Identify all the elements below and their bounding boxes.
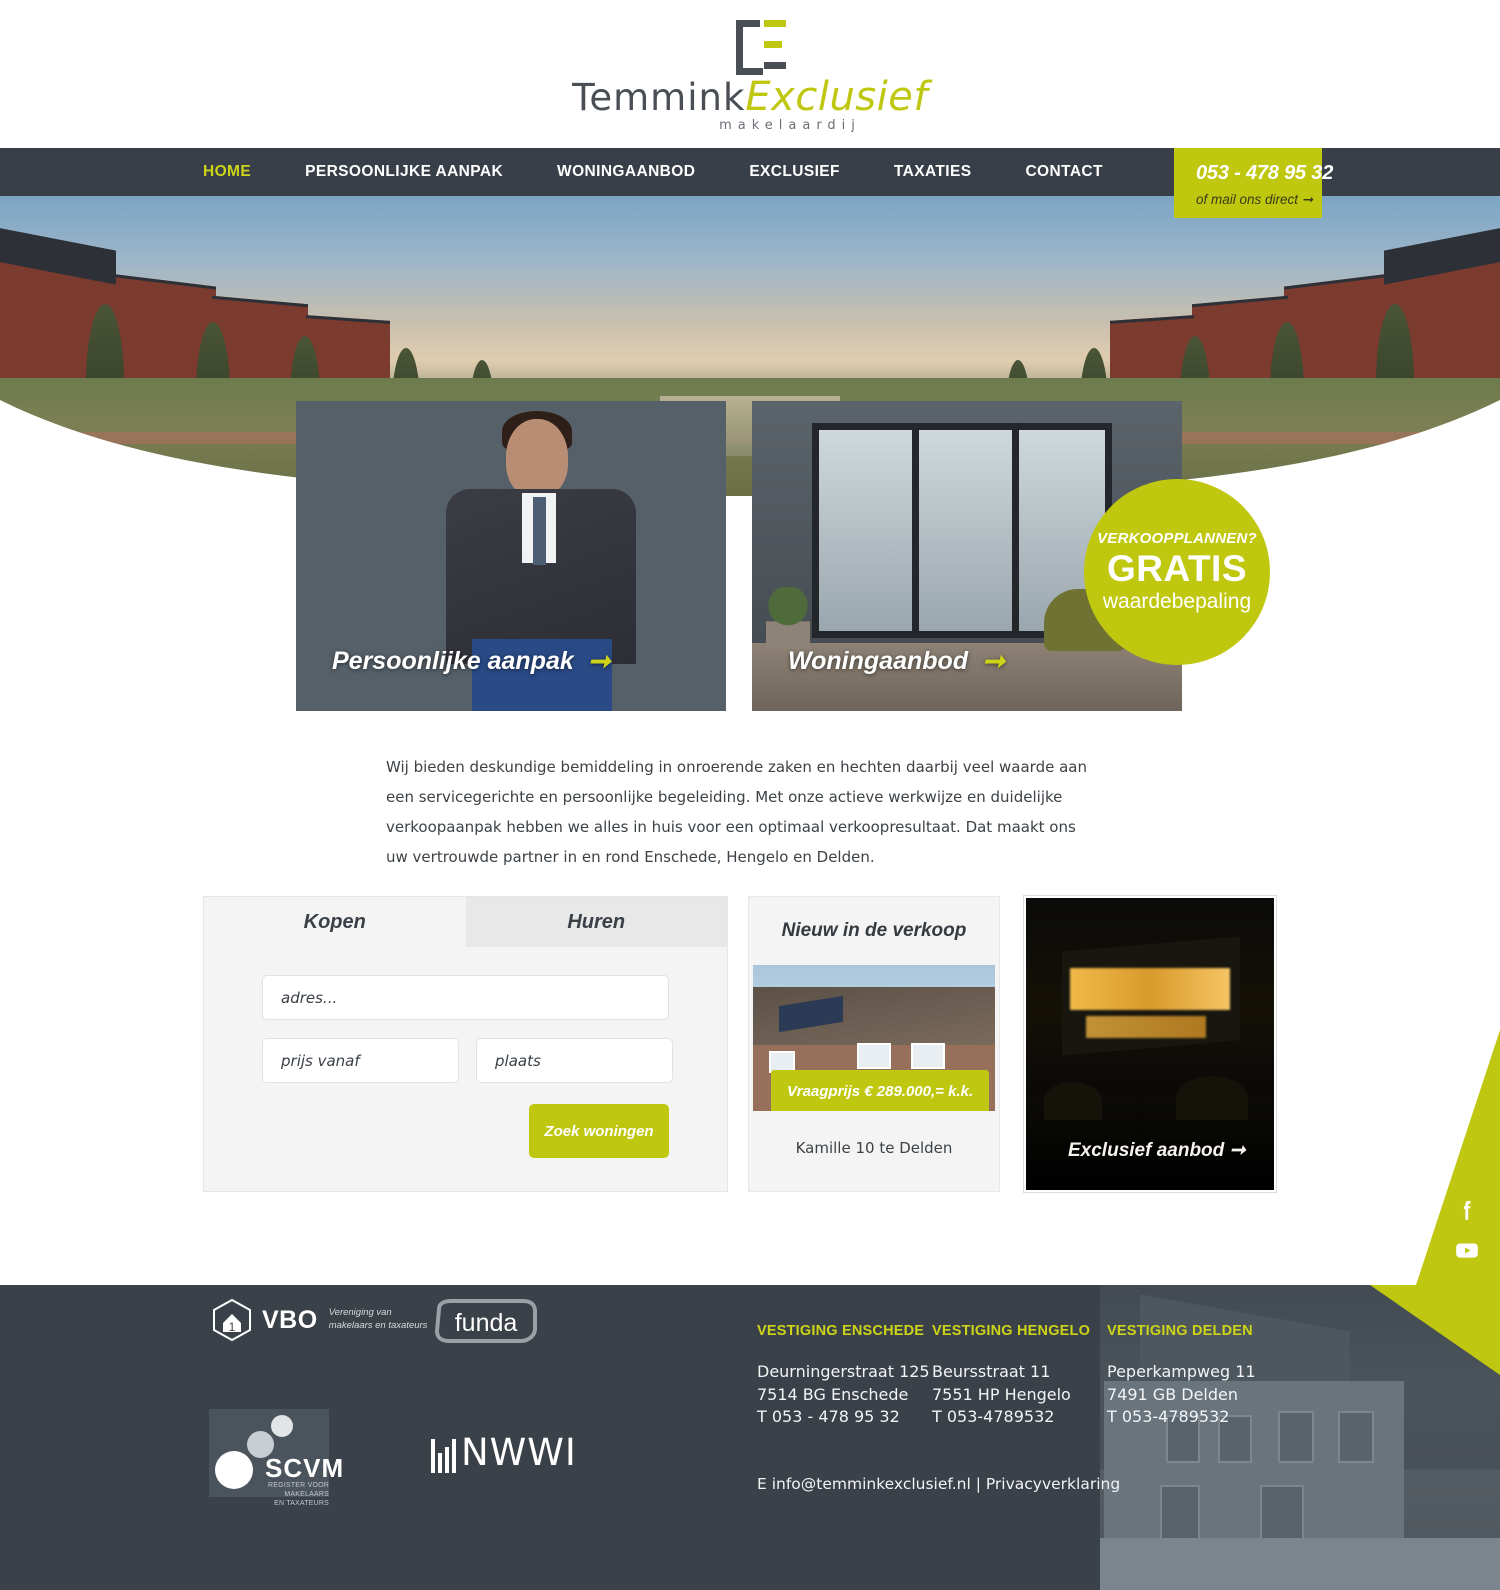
vbo-hex-icon: 1 [213, 1299, 251, 1341]
footer-partner-logos: 1 VBO Vereniging van makelaars en taxate… [203, 1285, 723, 1590]
search-price-input[interactable] [262, 1038, 459, 1083]
facebook-icon[interactable] [1454, 1197, 1480, 1223]
badge-line-2: GRATIS [1106, 547, 1248, 589]
funda-name: funda [455, 1309, 518, 1337]
new-listing-card[interactable]: Nieuw in de verkoop Vraagprijs € 289.000… [748, 896, 1000, 1192]
branch-enschede-postcode: 7514 BG Enschede [757, 1384, 909, 1404]
exclusief-aanbod-label: Exclusief aanbod ➞ [1068, 1140, 1246, 1161]
logo-name-secondary: Exclusief [745, 74, 928, 120]
scvm-name: SCVM [265, 1453, 345, 1483]
vbo-subtitle: Vereniging van makelaars en taxateurs [329, 1307, 428, 1333]
listing-address: Kamille 10 te Delden [795, 1139, 953, 1157]
scvm-logo[interactable]: SCVM REGISTER VOOR MAKELAARS EN TAXATEUR… [209, 1409, 343, 1507]
temmink-logo-mark [736, 20, 786, 75]
nwwi-logo[interactable]: NWWI [431, 1431, 577, 1474]
tab-huren[interactable]: Huren [465, 897, 727, 947]
arrow-right-icon: ➞ [587, 646, 611, 676]
scvm-sub-line2: EN TAXATEURS [274, 1500, 329, 1508]
nav-item-persoonlijke-aanpak[interactable]: PERSOONLIJKE AANPAK [305, 163, 503, 181]
card-persoonlijke-aanpak-label: Persoonlijke aanpak ➞ [332, 646, 610, 677]
footer-email-line[interactable]: E info@temminkexclusief.nl | Privacyverk… [757, 1475, 1120, 1493]
main-navigation: HOME PERSOONLIJKE AANPAK WONINGAANBOD EX… [0, 148, 1500, 218]
scvm-subtitle: REGISTER VOOR MAKELAARS EN TAXATEURS [245, 1481, 329, 1508]
header-mail-link[interactable]: of mail ons direct ➞ [1196, 192, 1322, 208]
arrow-right-icon: ➞ [982, 646, 1005, 676]
site-logo[interactable]: TemminkExclusief makelaardij [570, 12, 930, 136]
search-tabs: Kopen Huren [204, 897, 727, 947]
branch-delden-street: Peperkampweg 11 [1107, 1362, 1256, 1381]
gratis-waardebepaling-badge[interactable]: VERKOOPPLANNEN? GRATIS waardebepaling [1084, 479, 1270, 665]
vbo-logo[interactable]: 1 VBO Vereniging van makelaars en taxate… [213, 1299, 427, 1341]
header-phone-box[interactable]: 053 - 478 95 32 of mail ons direct ➞ [1174, 148, 1334, 218]
search-address-input[interactable] [262, 975, 669, 1020]
youtube-icon[interactable] [1454, 1237, 1480, 1263]
card-b-text: Woningaanbod [788, 647, 969, 675]
svg-text:1: 1 [229, 1320, 236, 1334]
nav-item-contact[interactable]: CONTACT [1025, 163, 1102, 181]
listing-price-tag: Vraagprijs € 289.000,= k.k. [771, 1070, 990, 1111]
tab-kopen[interactable]: Kopen [204, 897, 466, 947]
intro-paragraph: Wij bieden deskundige bemiddeling in onr… [386, 758, 1087, 866]
social-tab-shape [1416, 1030, 1500, 1285]
nav-item-taxaties[interactable]: TAXATIES [894, 163, 972, 181]
branch-delden-postcode: 7491 GB Delden [1107, 1384, 1239, 1404]
branch-hengelo-postcode: 7551 HP Hengelo [932, 1384, 1071, 1404]
logo-name-primary: Temmink [572, 76, 746, 119]
branch-delden-phone[interactable]: T 053-4789532 [1107, 1406, 1282, 1429]
social-side-tab [1400, 1030, 1500, 1285]
funda-logo[interactable]: funda [431, 1299, 541, 1343]
new-listing-title: Nieuw in de verkoop [781, 920, 967, 941]
logo-tagline: makelaardij [719, 118, 861, 133]
nav-item-woningaanbod[interactable]: WONINGAANBOD [557, 163, 695, 181]
badge-line-3: waardebepaling [1102, 589, 1252, 613]
logo-wordmark: TemminkExclusief [570, 74, 930, 120]
nav-item-exclusief[interactable]: EXCLUSIEF [749, 163, 840, 181]
vbo-name: VBO [262, 1305, 318, 1334]
branch-delden-heading: VESTIGING DELDEN [1107, 1323, 1253, 1339]
site-header: TemminkExclusief makelaardij [0, 0, 1500, 148]
card-persoonlijke-aanpak[interactable]: Persoonlijke aanpak ➞ [296, 401, 726, 711]
listing-photo: Vraagprijs € 289.000,= k.k. [753, 965, 995, 1111]
property-search-panel: Kopen Huren Zoek woningen [203, 896, 728, 1192]
branch-hengelo-street: Beursstraat 11 [932, 1362, 1051, 1381]
branch-enschede-heading: VESTIGING ENSCHEDE [757, 1323, 925, 1339]
header-phone-number: 053 - 478 95 32 [1196, 162, 1334, 184]
nwwi-name: NWWI [461, 1431, 577, 1474]
branch-delden: VESTIGING DELDEN Peperkampweg 11 7491 GB… [1107, 1323, 1282, 1429]
branch-hengelo-heading: VESTIGING HENGELO [932, 1323, 1091, 1339]
feature-cards: Persoonlijke aanpak ➞ Woningaanbod ➞ [0, 401, 1500, 731]
branch-enschede-street: Deurningerstraat 125 [757, 1362, 930, 1381]
branch-hengelo: VESTIGING HENGELO Beursstraat 11 7551 HP… [932, 1323, 1107, 1429]
nav-item-home[interactable]: HOME [203, 163, 251, 181]
vbo-sub-line2: makelaars en taxateurs [328, 1320, 428, 1331]
branch-enschede-phone[interactable]: T 053 - 478 95 32 [757, 1406, 932, 1429]
card-woningaanbod-label: Woningaanbod ➞ [788, 646, 1005, 677]
search-city-input[interactable] [476, 1038, 673, 1083]
scvm-sub-line1: REGISTER VOOR MAKELAARS [268, 1482, 329, 1499]
branch-hengelo-phone[interactable]: T 053-4789532 [932, 1406, 1107, 1429]
footer-branches: VESTIGING ENSCHEDE Deurningerstraat 125 … [757, 1323, 1282, 1429]
nwwi-bars-icon [431, 1433, 456, 1473]
branch-enschede: VESTIGING ENSCHEDE Deurningerstraat 125 … [757, 1323, 932, 1429]
exclusief-aanbod-card[interactable]: Exclusief aanbod ➞ [1024, 896, 1276, 1192]
site-footer: 1 VBO Vereniging van makelaars en taxate… [0, 1285, 1500, 1590]
search-submit-button[interactable]: Zoek woningen [529, 1104, 669, 1158]
badge-line-1: VERKOOPPLANNEN? [1097, 530, 1257, 548]
vbo-sub-line1: Vereniging van [328, 1307, 392, 1319]
card-a-text: Persoonlijke aanpak [332, 647, 574, 675]
